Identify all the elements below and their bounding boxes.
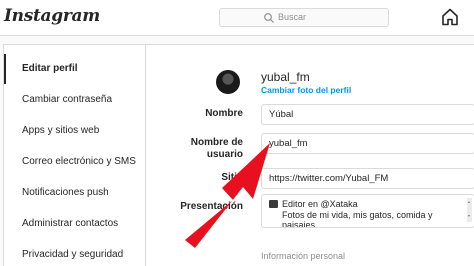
profile-username: yubal_fm [261,70,310,84]
search-placeholder: Buscar [278,12,307,22]
bio-textarea[interactable]: Editor en @Xataka Fotos de mi vida, mis … [261,194,474,228]
sidebar-item-push-notifications[interactable]: Notificaciones push [4,178,146,208]
top-navigation-bar: Instagram Buscar [0,0,474,36]
change-profile-photo-link[interactable]: Cambiar foto del perfil [261,85,351,95]
bio-line-1: Editor en @Xataka [269,199,469,210]
sidebar-item-edit-profile[interactable]: Editar perfil [4,54,146,84]
sidebar-item-manage-contacts[interactable]: Administrar contactos [4,209,146,239]
bio-label: Presentación [180,201,243,212]
site-label: Sitio [221,172,243,183]
username-label: Nombre de usuario [163,137,243,161]
website-input[interactable]: https://twitter.com/Yubal_FM [261,168,474,189]
avatar[interactable] [216,70,240,94]
bio-line-2: Fotos de mi vida, mis gatos, comida y [282,209,433,220]
bio-line-3: paisajes. [282,220,318,228]
sidebar-item-privacy-security[interactable]: Privacidad y seguridad [4,240,146,266]
settings-sidebar: Editar perfil Cambiar contraseña Apps y … [4,45,146,266]
search-box[interactable]: Buscar [219,8,389,27]
sidebar-item-email-sms[interactable]: Correo electrónico y SMS [4,147,146,177]
username-label-line-1: Nombre de [190,137,243,148]
home-icon[interactable] [440,7,460,27]
bio-scrollbar[interactable] [467,198,472,222]
name-label: Nombre [205,108,243,119]
username-input[interactable]: yubal_fm [261,133,474,154]
name-input[interactable]: Yúbal [261,104,474,125]
sidebar-item-apps-websites[interactable]: Apps y sitios web [4,116,146,146]
search-icon [264,13,274,23]
username-label-line-2: usuario [206,149,243,160]
personal-info-heading: Información personal [261,251,346,261]
laptop-emoji-icon [269,200,278,208]
instagram-logo[interactable]: Instagram [4,6,100,26]
bio-line-1-text: Editor en @Xataka [282,199,358,209]
sidebar-item-change-password[interactable]: Cambiar contraseña [4,85,146,115]
